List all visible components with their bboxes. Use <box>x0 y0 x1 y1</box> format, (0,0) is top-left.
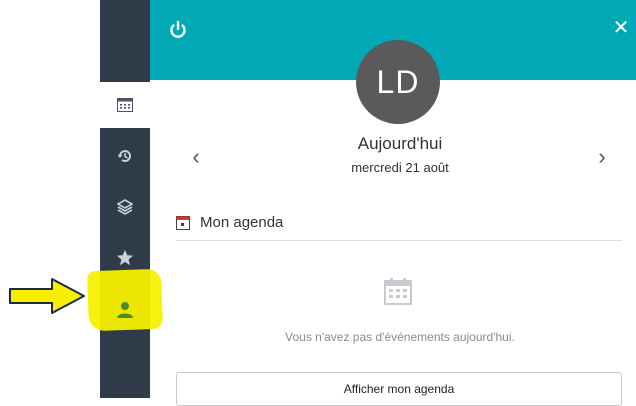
next-day-button[interactable]: › <box>592 144 612 169</box>
power-icon[interactable] <box>168 20 188 40</box>
empty-agenda-message: Vous n'avez pas d'événements aujourd'hui… <box>285 330 515 344</box>
day-title: Aujourd'hui <box>357 134 443 153</box>
calendar-icon <box>117 98 133 112</box>
show-agenda-button[interactable]: Afficher mon agenda <box>176 372 622 406</box>
history-icon <box>117 150 131 162</box>
user-icon <box>117 302 133 318</box>
avatar: LD <box>356 40 440 124</box>
sidebar-item-profile[interactable] <box>100 290 150 330</box>
previous-day-button[interactable]: ‹ <box>186 144 206 169</box>
agenda-calendar-icon <box>176 216 190 230</box>
arrow-right-icon <box>9 278 85 314</box>
sidebar-item-history[interactable] <box>100 136 150 176</box>
star-icon <box>116 249 134 266</box>
agenda-section-header: Mon agenda <box>176 212 622 241</box>
day-date: mercredi 21 août <box>351 160 449 175</box>
sidebar-item-layers[interactable] <box>100 187 150 227</box>
close-button[interactable]: ✕ <box>610 16 632 39</box>
sidebar-item-calendar[interactable] <box>100 85 150 125</box>
agenda-section-title: Mon agenda <box>200 214 284 231</box>
layers-icon <box>117 199 133 215</box>
empty-calendar-icon <box>384 278 412 305</box>
